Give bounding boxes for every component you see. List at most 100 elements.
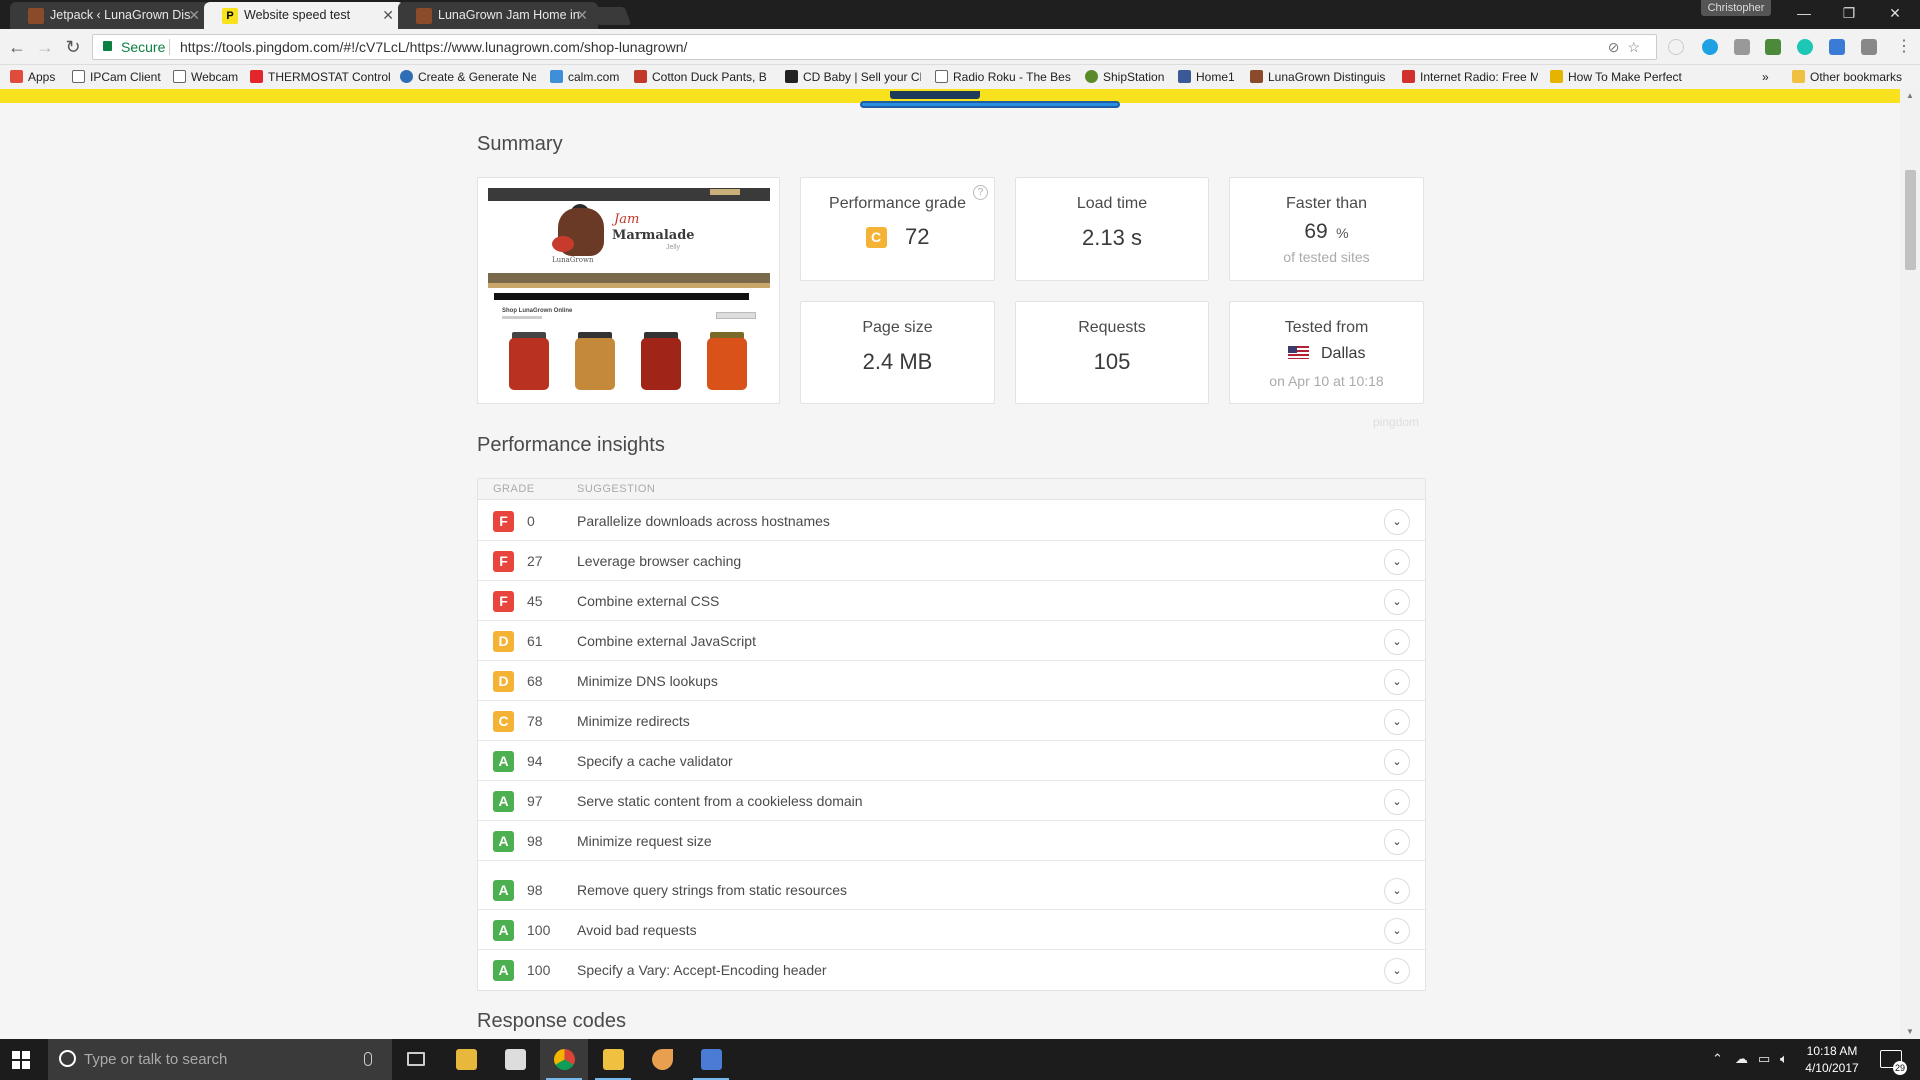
new-tab-button[interactable] [590, 7, 632, 25]
bookmark-lunagrown-distinguis[interactable]: LunaGrown Distinguis [1250, 65, 1390, 89]
chevron-down-icon[interactable]: ⌄ [1384, 829, 1410, 855]
bookmark-cotton-duck[interactable]: Cotton Duck Pants, B [634, 65, 770, 89]
reload-icon[interactable]: ↻ [62, 36, 84, 58]
scrollbar-thumb[interactable] [1905, 170, 1916, 270]
bookmark-home1[interactable]: Home1 [1178, 65, 1238, 89]
store-icon[interactable] [491, 1039, 539, 1080]
bookmark-ipcam[interactable]: IPCam Client [72, 65, 162, 89]
laptop-base-illustration [860, 101, 1120, 108]
extension-blue-icon[interactable] [1829, 39, 1845, 55]
insight-row[interactable]: C 78 Minimize redirects ⌄ [478, 701, 1425, 741]
chrome-icon[interactable] [540, 1039, 588, 1080]
bookmark-webcam[interactable]: Webcam [173, 65, 243, 89]
bookmark-create-generate[interactable]: Create & Generate Ne [400, 65, 536, 89]
response-codes-title: Response codes [477, 1010, 626, 1032]
bookmark-shipstation[interactable]: ShipStation [1085, 65, 1169, 89]
chevron-down-icon[interactable]: ⌄ [1384, 669, 1410, 695]
profile-button[interactable]: Christopher [1701, 0, 1771, 16]
volume-icon[interactable]: 🔈︎ [1780, 1051, 1788, 1067]
help-icon[interactable]: ? [973, 185, 988, 200]
bookmark-cdbaby[interactable]: CD Baby | Sell your CD [785, 65, 921, 89]
bookmark-radio-roku[interactable]: Radio Roku - The Best [935, 65, 1071, 89]
chevron-down-icon[interactable]: ⌄ [1384, 878, 1410, 904]
insight-row[interactable]: F 27 Leverage browser caching ⌄ [478, 541, 1425, 581]
chevron-down-icon[interactable]: ⌄ [1384, 589, 1410, 615]
chevron-down-icon[interactable]: ⌄ [1384, 789, 1410, 815]
insight-row[interactable]: A 98 Remove query strings from static reso… [478, 870, 1425, 910]
extension-green-icon[interactable] [1765, 39, 1781, 55]
mail-icon[interactable] [589, 1039, 637, 1080]
close-icon[interactable]: ✕ [382, 2, 394, 29]
network-app-icon[interactable] [687, 1039, 735, 1080]
restore-icon[interactable]: ❐ [1826, 2, 1872, 24]
insight-row[interactable]: F 45 Combine external CSS ⌄ [478, 581, 1425, 621]
insight-row[interactable]: D 61 Combine external JavaScript ⌄ [478, 621, 1425, 661]
bookmark-label: LunaGrown Distinguis [1268, 70, 1386, 84]
insight-score: 94 [527, 753, 543, 769]
page-size-card: Page size 2.4 MB [800, 301, 995, 404]
grade-badge: A [493, 960, 514, 981]
chevron-down-icon[interactable]: ⌄ [1384, 549, 1410, 575]
close-icon[interactable]: ✕ [188, 2, 200, 29]
bookmark-thermostat[interactable]: THERMOSTAT Control [250, 65, 390, 89]
bookmark-apps[interactable]: Apps [10, 65, 65, 89]
taskbar-search[interactable]: Type or talk to search [48, 1039, 392, 1080]
extension-pdf-icon[interactable] [1734, 39, 1750, 55]
scroll-down-icon[interactable]: ▼ [1906, 1027, 1916, 1036]
bookmark-calm[interactable]: calm.com [550, 65, 624, 89]
bookmark-internet-radio[interactable]: Internet Radio: Free M [1402, 65, 1538, 89]
network-icon[interactable]: ▭ [1758, 1051, 1770, 1067]
tab-title: Jetpack ‹ LunaGrown Dis [50, 8, 191, 22]
forward-icon[interactable]: → [34, 36, 56, 58]
chevron-down-icon[interactable]: ⌄ [1384, 629, 1410, 655]
insight-row[interactable]: A 100 Avoid bad requests ⌄ [478, 910, 1425, 950]
microphone-icon[interactable] [364, 1052, 372, 1066]
insight-row[interactable]: A 97 Serve static content from a cookieles… [478, 781, 1425, 821]
chevron-down-icon[interactable]: ⌄ [1384, 509, 1410, 535]
chevron-down-icon[interactable]: ⌄ [1384, 958, 1410, 984]
divider [169, 39, 170, 55]
bookmark-how-to-make[interactable]: How To Make Perfect [1550, 65, 1690, 89]
bookmarks-overflow-button[interactable]: » [1762, 65, 1774, 89]
chevron-up-icon[interactable]: ⌃ [1712, 1051, 1723, 1067]
insight-suggestion: Specify a Vary: Accept-Encoding header [577, 962, 827, 978]
requests-card: Requests 105 [1015, 301, 1209, 404]
task-view-icon[interactable] [392, 1039, 440, 1080]
tab-jetpack[interactable]: Jetpack ‹ LunaGrown Dis ✕ [10, 2, 210, 29]
insight-row[interactable]: A 100 Specify a Vary: Accept-Encoding head… [478, 950, 1425, 990]
address-bar[interactable]: Secure https://tools.pingdom.com/#!/cV7L… [92, 34, 1657, 60]
bookmark-star-icon[interactable]: ⊘☆ [1608, 35, 1648, 59]
extension-circle-icon[interactable] [1702, 39, 1718, 55]
thumb-logo-fruit [552, 236, 574, 252]
system-clock[interactable]: 10:18 AM 4/10/2017 [1797, 1043, 1867, 1077]
onedrive-icon[interactable]: ☁ [1735, 1051, 1748, 1067]
insight-row[interactable]: A 94 Specify a cache validator ⌄ [478, 741, 1425, 781]
lunagrown-favicon-icon [1250, 70, 1263, 83]
other-bookmarks[interactable]: Other bookmarks [1792, 65, 1912, 89]
insight-row[interactable]: F 0 Parallelize downloads across hostnames… [478, 501, 1425, 541]
tab-website-speed-test[interactable]: P Website speed test ✕ [204, 2, 404, 29]
tested-from-card: Tested from Dallas on Apr 10 at 10:18 [1229, 301, 1424, 404]
scroll-up-icon[interactable]: ▲ [1906, 91, 1916, 100]
chevron-down-icon[interactable]: ⌄ [1384, 918, 1410, 944]
moon-icon[interactable] [638, 1039, 686, 1080]
extension-m-icon[interactable] [1797, 39, 1813, 55]
insight-score: 61 [527, 633, 543, 649]
url-text[interactable]: https://tools.pingdom.com/#!/cV7LcL/http… [180, 35, 687, 59]
chevron-down-icon[interactable]: ⌄ [1384, 749, 1410, 775]
back-icon[interactable]: ← [6, 36, 28, 58]
file-explorer-icon[interactable] [442, 1039, 490, 1080]
extension-heart-icon[interactable] [1668, 39, 1684, 55]
insight-row[interactable]: D 68 Minimize DNS lookups ⌄ [478, 661, 1425, 701]
card-sub: on Apr 10 at 10:18 [1269, 373, 1384, 389]
close-window-icon[interactable]: ✕ [1872, 2, 1918, 24]
extension-grey-icon[interactable] [1861, 39, 1877, 55]
chrome-menu-icon[interactable]: ⋮ [1896, 36, 1912, 56]
minimize-icon[interactable]: — [1781, 2, 1827, 24]
clock-time: 10:18 AM [1806, 1044, 1858, 1058]
close-icon[interactable]: ✕ [576, 2, 588, 29]
insight-row[interactable]: A 98 Minimize request size ⌄ [478, 821, 1425, 861]
windows-start-icon[interactable] [12, 1051, 30, 1069]
chevron-down-icon[interactable]: ⌄ [1384, 709, 1410, 735]
tab-lunagrown-jam[interactable]: LunaGrown Jam Home in ✕ [398, 2, 598, 29]
